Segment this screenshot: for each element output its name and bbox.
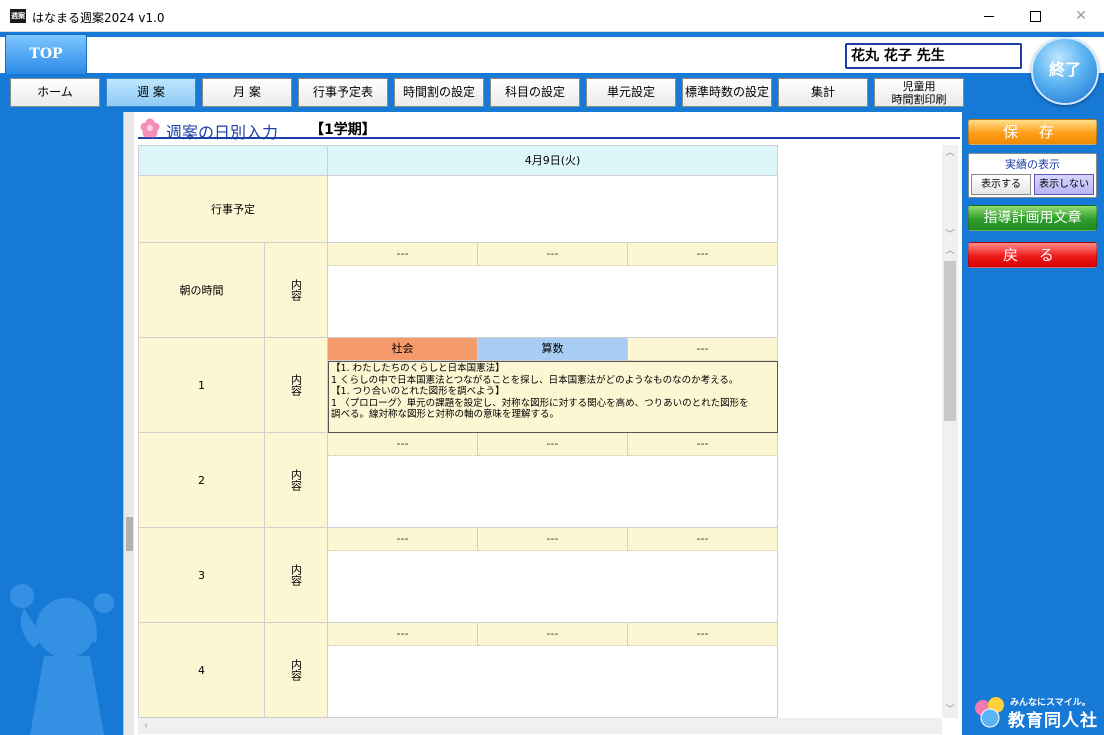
content-label-text: 内容 — [289, 374, 303, 396]
event-label: 行事予定 — [138, 176, 328, 243]
nav-event-schedule[interactable]: 行事予定表 — [298, 78, 388, 107]
nav-monthly-plan[interactable]: 月 案 — [202, 78, 292, 107]
window-titlebar: 週案 はなまる週案2024 v1.0 ✕ — [0, 0, 1104, 32]
subject-slot[interactable]: --- — [628, 433, 778, 456]
subject-slot[interactable]: --- — [328, 528, 478, 551]
subject-slot-math[interactable]: 算数 — [478, 338, 628, 361]
top-tab[interactable]: TOP — [5, 34, 87, 74]
horizontal-scrollbar[interactable]: ‹ — [138, 718, 942, 734]
content-area-period-1[interactable]: 【1. わたしたちのくらしと日本国憲法】 1 くらしの中で日本国憲法とつながるこ… — [328, 361, 778, 433]
splitter-grip[interactable] — [126, 517, 133, 551]
subject-slot[interactable]: --- — [328, 623, 478, 646]
logo-brand: 教育同人社 — [1008, 711, 1098, 731]
scroll-left-icon[interactable]: ‹ — [138, 718, 154, 734]
content-line: 【1. つり合いのとれた図形を調べよう】 — [331, 386, 505, 397]
app-icon: 週案 — [10, 9, 26, 23]
subject-slot[interactable]: --- — [328, 433, 478, 456]
show-actual-button[interactable]: 表示する — [971, 174, 1031, 195]
content-area[interactable] — [328, 646, 778, 718]
page-title: 週案の日別入力 — [166, 123, 279, 142]
panel-splitter[interactable] — [123, 112, 134, 735]
content-area[interactable] — [328, 456, 778, 528]
exit-button[interactable]: 終了 — [1031, 37, 1099, 105]
nav-timetable-settings[interactable]: 時間割の設定 — [394, 78, 484, 107]
content-line: 調べる。線対称な図形と対称の軸の意味を理解する。 — [331, 409, 560, 420]
flower-icon — [140, 118, 160, 138]
subject-slot-social[interactable]: 社会 — [328, 338, 478, 361]
subject-slot[interactable]: --- — [478, 433, 628, 456]
main-scrollbar[interactable]: ︿ ﹀ — [942, 243, 958, 718]
subject-slot[interactable]: --- — [628, 528, 778, 551]
close-button[interactable]: ✕ — [1058, 0, 1104, 32]
content-area[interactable] — [328, 551, 778, 623]
content-label-text: 内容 — [289, 469, 303, 491]
period-label: 3 — [138, 528, 265, 623]
nav-student-timetable-line1: 児童用 — [902, 80, 936, 93]
mascot-silhouette — [10, 584, 114, 735]
scroll-down-icon[interactable]: ﹀ — [942, 227, 958, 243]
subject-slot[interactable]: --- — [628, 243, 778, 266]
main-area: 週案の日別入力 【1学期】 4月9日(火) 行事予定 ︿ ﹀ 朝の時間 内容 -… — [134, 112, 962, 735]
content-line: 1 〈プロローグ〉単元の課題を設定し、対称な図形に対する関心を高め、つりあいのと… — [331, 397, 749, 409]
content-label: 内容 — [265, 338, 328, 433]
nav-weekly-plan[interactable]: 週 案 — [106, 78, 196, 107]
content-line: 1 くらしの中で日本国憲法とつながることを探し、日本国憲法がどのようなものなのか… — [331, 374, 739, 386]
content-label: 内容 — [265, 433, 328, 528]
event-scrollbar[interactable]: ︿ ﹀ — [942, 145, 958, 243]
nav-standard-hours[interactable]: 標準時数の設定 — [682, 78, 772, 107]
content-label: 内容 — [265, 623, 328, 718]
nav-student-timetable-line2: 時間割印刷 — [891, 93, 947, 106]
content-label: 内容 — [265, 243, 328, 338]
content-label: 内容 — [265, 528, 328, 623]
maximize-button[interactable] — [1012, 0, 1058, 32]
subject-slot[interactable]: --- — [328, 243, 478, 266]
content-label-text: 内容 — [289, 564, 303, 586]
instruction-plan-text-button[interactable]: 指導計画用文章 — [968, 205, 1097, 231]
subject-slot[interactable]: --- — [628, 338, 778, 361]
content-label-text: 内容 — [289, 279, 303, 301]
event-content[interactable] — [328, 176, 778, 243]
nav-home[interactable]: ホーム — [10, 78, 100, 107]
corner-cell — [138, 145, 328, 176]
subject-slot[interactable]: --- — [478, 623, 628, 646]
subject-slot[interactable]: --- — [478, 243, 628, 266]
period-label: 朝の時間 — [138, 243, 265, 338]
nav-unit-settings[interactable]: 単元設定 — [586, 78, 676, 107]
subject-slot[interactable]: --- — [478, 528, 628, 551]
window-title: はなまる週案2024 v1.0 — [32, 11, 165, 25]
actual-display-title: 実績の表示 — [1005, 158, 1060, 171]
publisher-logo: みんなにスマイル。 教育同人社 — [974, 694, 1098, 731]
content-area[interactable] — [328, 266, 778, 338]
actual-display-box: 実績の表示 表示する 表示しない — [968, 153, 1097, 198]
scroll-down-icon[interactable]: ﹀ — [942, 702, 958, 718]
period-label: 2 — [138, 433, 265, 528]
nav-student-timetable-print[interactable]: 児童用 時間割印刷 — [874, 78, 964, 107]
period-label: 1 — [138, 338, 265, 433]
minimize-button[interactable] — [966, 0, 1012, 32]
nav-totals[interactable]: 集計 — [778, 78, 868, 107]
back-button[interactable]: 戻 る — [968, 242, 1097, 268]
page-heading: 週案の日別入力 【1学期】 — [138, 117, 960, 142]
teacher-name: 花丸 花子 先生 — [845, 43, 1022, 69]
period-label: 4 — [138, 623, 265, 718]
subject-slot[interactable]: --- — [628, 623, 778, 646]
term-label: 【1学期】 — [310, 122, 376, 138]
date-header: 4月9日(火) — [328, 145, 778, 176]
scroll-up-icon[interactable]: ︿ — [942, 243, 958, 259]
content-line: 【1. わたしたちのくらしと日本国憲法】 — [331, 363, 505, 374]
content-label-text: 内容 — [289, 659, 303, 681]
smile-faces-icon — [975, 697, 1004, 728]
save-button[interactable]: 保 存 — [968, 119, 1097, 145]
scroll-thumb[interactable] — [944, 261, 956, 421]
nav-subject-settings[interactable]: 科目の設定 — [490, 78, 580, 107]
scroll-up-icon[interactable]: ︿ — [942, 145, 958, 161]
hide-actual-button[interactable]: 表示しない — [1034, 174, 1094, 195]
